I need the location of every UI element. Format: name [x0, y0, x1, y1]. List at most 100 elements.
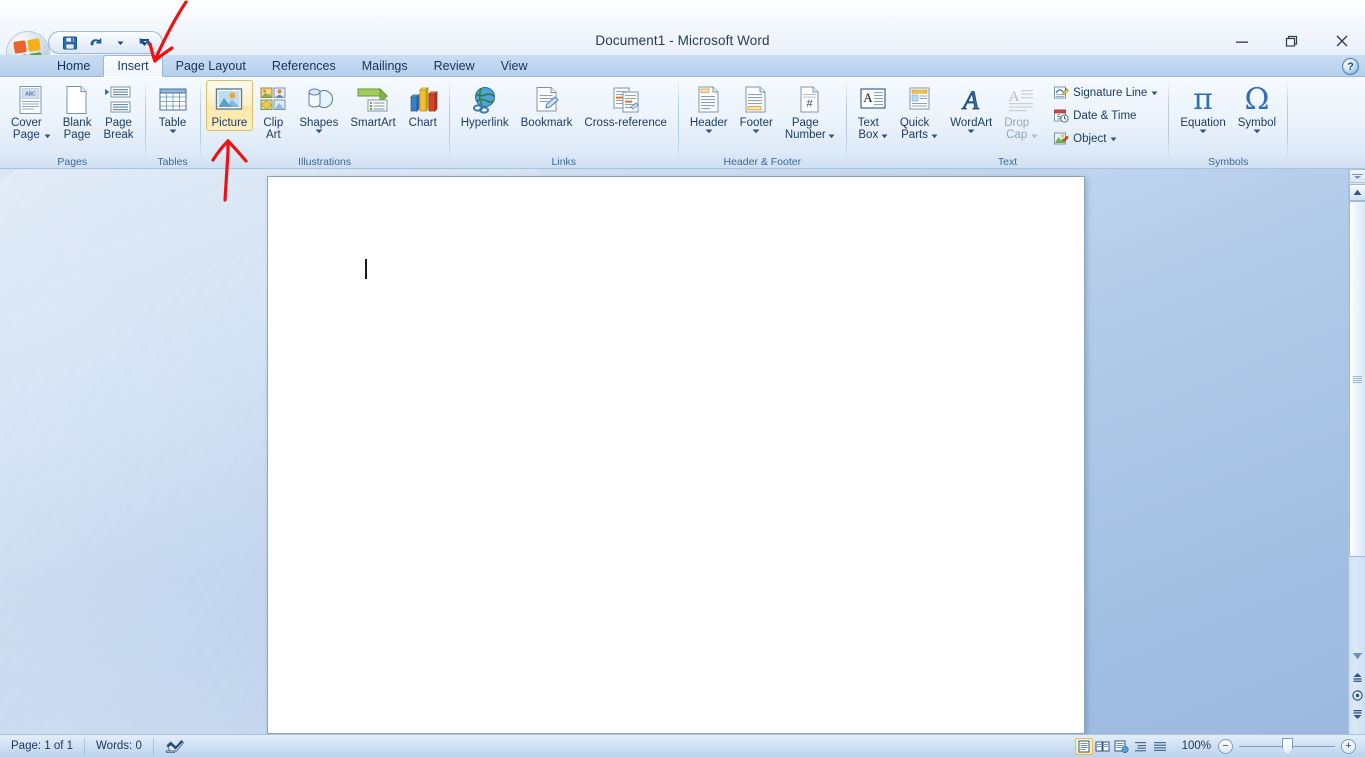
date-time-button[interactable]: 5 Date & Time [1047, 105, 1163, 127]
scroll-down-button[interactable] [1349, 647, 1365, 664]
footer-button[interactable]: Footer [734, 80, 779, 136]
document-page[interactable] [267, 176, 1085, 734]
double-chevron-up-icon [1353, 672, 1362, 682]
browse-object-icon [1352, 690, 1363, 701]
pi-glyph: π [1193, 82, 1213, 117]
picture-button[interactable]: Picture [205, 80, 254, 131]
web-layout-view-button[interactable] [1113, 738, 1131, 755]
text-box-icon: A [858, 84, 888, 116]
tab-insert[interactable]: Insert [103, 55, 163, 77]
help-button[interactable]: ? [1342, 58, 1359, 75]
select-browse-object-button[interactable] [1349, 687, 1365, 704]
footer-icon [743, 84, 769, 116]
tab-references[interactable]: References [259, 55, 349, 77]
chevron-down-icon [1151, 91, 1158, 95]
object-label: Object [1073, 133, 1107, 145]
zoom-in-button[interactable]: + [1341, 738, 1356, 754]
blank-page-button[interactable]: Blank Page [57, 80, 98, 143]
symbol-label: Symbol [1237, 117, 1277, 129]
hyperlink-button[interactable]: Hyperlink [455, 80, 515, 131]
close-button[interactable] [1327, 28, 1357, 54]
help-icon: ? [1347, 60, 1354, 73]
wordart-icon: A [956, 84, 986, 116]
zoom-level-label[interactable]: 100% [1175, 740, 1218, 752]
wordart-label: WordArt [950, 117, 993, 129]
tab-home[interactable]: Home [44, 55, 103, 77]
split-window-handle[interactable] [1349, 169, 1365, 183]
table-button[interactable]: Table [151, 80, 195, 136]
ribbon-group-links: Hyperlink Bookmark Cross-reference Links [450, 77, 678, 169]
scroll-up-button[interactable] [1349, 184, 1365, 201]
print-layout-icon [1078, 740, 1090, 752]
signature-line-button[interactable]: Signature Line [1047, 82, 1163, 104]
bookmark-label: Bookmark [520, 117, 573, 129]
shapes-button[interactable]: Shapes [293, 80, 344, 136]
double-chevron-down-icon [1353, 709, 1362, 719]
chart-icon [408, 84, 438, 116]
text-cursor [365, 259, 367, 279]
vertical-scrollbar[interactable] [1348, 169, 1365, 734]
wordart-button[interactable]: A WordArt [944, 80, 998, 136]
tab-view[interactable]: View [488, 55, 541, 77]
symbol-button[interactable]: Ω Symbol [1232, 80, 1282, 136]
zoom-out-button[interactable]: − [1218, 738, 1233, 754]
smartart-button[interactable]: SmartArt [344, 80, 401, 131]
word-count-status[interactable]: Words: 0 [85, 735, 153, 757]
next-page-button[interactable] [1349, 705, 1365, 722]
page-count-status[interactable]: Page: 1 of 1 [0, 735, 84, 757]
drop-cap-label: Drop Cap [1004, 117, 1030, 141]
tab-page-layout[interactable]: Page Layout [163, 55, 259, 77]
zoom-in-icon: + [1345, 739, 1352, 752]
cross-reference-label: Cross-reference [584, 117, 667, 129]
cross-reference-button[interactable]: Cross-reference [578, 80, 672, 131]
page-number-button[interactable]: # Page Number [779, 80, 841, 143]
symbol-icon: Ω [1244, 84, 1269, 116]
picture-icon [214, 84, 244, 116]
header-button[interactable]: Header [684, 80, 734, 136]
tab-mailings[interactable]: Mailings [349, 55, 421, 77]
cover-page-label: Cover Page [11, 117, 42, 141]
ribbon: ABC Cover Page Blank Page Page Break Pag… [0, 77, 1365, 169]
minimize-button[interactable] [1227, 28, 1257, 54]
zoom-slider[interactable]: − + [1218, 737, 1356, 755]
quick-parts-button[interactable]: Quick Parts [894, 80, 944, 143]
chart-button[interactable]: Chart [402, 80, 444, 131]
table-icon [157, 84, 189, 116]
page-break-button[interactable]: Page Break [97, 80, 139, 143]
equation-button[interactable]: π Equation [1174, 80, 1231, 136]
page-break-label: Page Break [103, 117, 134, 141]
tab-review[interactable]: Review [421, 55, 488, 77]
blank-page-label: Blank Page [62, 117, 92, 141]
chevron-down-icon [1253, 129, 1261, 134]
print-layout-view-button[interactable] [1074, 737, 1093, 755]
draft-view-button[interactable] [1151, 738, 1169, 755]
ribbon-group-text: A Text Box Quick Parts A WordArt A Drop … [847, 77, 1169, 169]
scrollbar-thumb[interactable] [1349, 201, 1365, 557]
group-label-links: Links [551, 156, 577, 168]
split-icon [1352, 174, 1363, 179]
omega-glyph: Ω [1244, 82, 1270, 117]
ribbon-group-header-footer: Header Footer # Page Number Header & Foo… [679, 77, 846, 169]
text-box-button[interactable]: A Text Box [852, 80, 894, 143]
previous-page-button[interactable] [1349, 669, 1365, 686]
object-button[interactable]: Object [1047, 128, 1163, 150]
hyperlink-label: Hyperlink [460, 117, 509, 129]
status-bar-right: 100% − + [1069, 737, 1365, 755]
footer-label: Footer [739, 117, 773, 129]
bookmark-button[interactable]: Bookmark [515, 80, 579, 131]
clip-art-button[interactable]: Clip Art [253, 80, 293, 143]
chevron-down-icon [44, 134, 51, 139]
drop-cap-button[interactable]: A Drop Cap [998, 80, 1044, 143]
header-icon [696, 84, 722, 116]
page-break-icon [104, 84, 132, 116]
outline-view-button[interactable] [1132, 738, 1150, 755]
restore-button[interactable] [1277, 28, 1307, 54]
cover-page-button[interactable]: ABC Cover Page [5, 80, 57, 143]
minimize-icon [1236, 41, 1248, 43]
zoom-slider-handle[interactable] [1282, 737, 1293, 755]
clip-art-icon [259, 84, 287, 116]
view-buttons [1069, 737, 1175, 755]
zoom-track[interactable] [1239, 737, 1335, 755]
full-screen-reading-view-button[interactable] [1094, 738, 1112, 755]
proofing-status-button[interactable] [154, 735, 196, 757]
